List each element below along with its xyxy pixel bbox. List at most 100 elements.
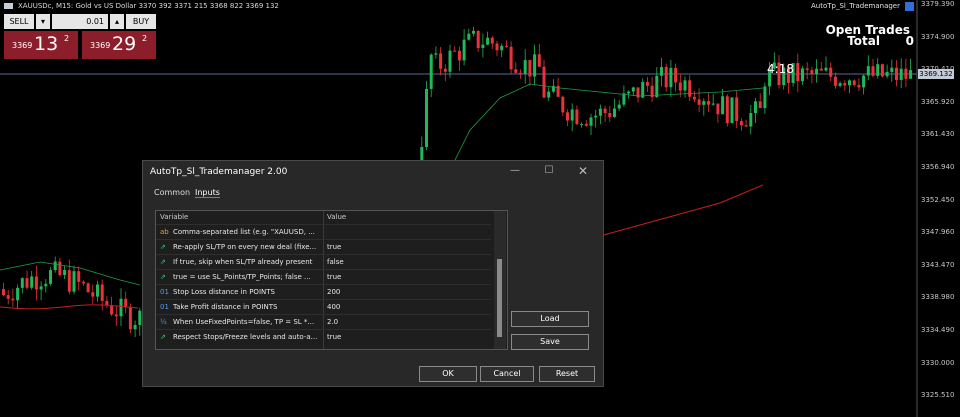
candle-body [495, 43, 499, 51]
candle-body [754, 101, 757, 113]
sell-button[interactable]: SELL [4, 14, 34, 29]
candle-body [801, 68, 804, 82]
candle-body [725, 96, 729, 124]
candle-body [739, 121, 743, 126]
candle-body [655, 75, 659, 98]
string-type-icon: ab [160, 228, 169, 236]
scrollbar-thumb[interactable] [497, 259, 502, 337]
variable-value[interactable]: 400 [327, 303, 340, 311]
bool-type-icon: ⇗ [160, 258, 166, 266]
candle-body [124, 298, 128, 308]
ok-button[interactable]: OK [419, 366, 477, 382]
candle-body [862, 75, 866, 88]
candle-body [890, 67, 894, 72]
table-row[interactable]: ab Comma-separated list (e.g. "XAUUSD, ..… [156, 224, 491, 240]
table-row[interactable]: 01 Take Profit distance in POINTS 400 [156, 299, 491, 315]
candle-body [91, 292, 95, 297]
candle-body [763, 86, 767, 109]
variable-name: Stop Loss distance in POINTS [173, 288, 275, 296]
candle-body [815, 68, 819, 75]
price-axis-label: 3352.450 [921, 195, 955, 204]
volume-up-button[interactable]: ▴ [110, 14, 124, 29]
buy-button[interactable]: BUY [126, 14, 156, 29]
price-axis-label: 3347.960 [921, 228, 955, 237]
minimize-icon[interactable]: — [505, 164, 525, 178]
candle-body [631, 87, 635, 92]
candle-body [608, 113, 612, 117]
candle-body [885, 71, 889, 77]
candle-body [566, 112, 569, 121]
candle-body [58, 261, 62, 276]
candle-body [100, 284, 104, 301]
candle-body [81, 281, 85, 284]
candle-body [876, 64, 880, 76]
ea-status-icon[interactable] [905, 2, 914, 11]
volume-dropdown[interactable]: ▾ [36, 14, 50, 29]
candle-body [758, 101, 762, 109]
variable-value[interactable]: 2.0 [327, 318, 338, 326]
candle-body [110, 305, 114, 315]
buy-price-button[interactable]: 3369 29 2 [82, 31, 156, 59]
column-variable: Variable [160, 213, 189, 221]
inputs-table: Variable Value ab Comma-separated list (e… [155, 210, 508, 350]
candle-body [598, 108, 602, 116]
variable-name: Respect Stops/Freeze levels and auto-a..… [173, 333, 318, 341]
chart-window-icon [4, 3, 13, 9]
price-axis-label: 3374.900 [921, 32, 955, 41]
candle-body [114, 314, 118, 317]
candle-body [472, 30, 475, 34]
integer-type-icon: 01 [160, 288, 169, 296]
save-button[interactable]: Save [511, 334, 589, 350]
candle-body [467, 33, 471, 40]
bool-type-icon: ⇗ [160, 333, 166, 341]
candle-body [871, 66, 875, 76]
candle-body [11, 298, 15, 301]
ea-properties-dialog: AutoTp_Sl_Trademanager 2.00 — ☐ ✕ Common… [142, 160, 604, 387]
tab-inputs[interactable]: Inputs [195, 188, 220, 198]
cancel-button[interactable]: Cancel [480, 366, 534, 382]
open-trades-overlay: Open Trades Total [826, 24, 910, 47]
candle-body [838, 83, 842, 86]
candle-body [899, 68, 903, 80]
reset-button[interactable]: Reset [539, 366, 595, 382]
current-price-label: 3369.132 [918, 69, 954, 79]
candle-body [819, 68, 823, 71]
candle-body [63, 270, 67, 276]
table-row[interactable]: ⇗ true = use SL_Points/TP_Points; false .… [156, 269, 491, 285]
chevron-up-icon: ▴ [114, 17, 119, 26]
variable-value[interactable]: true [327, 333, 341, 341]
variable-value[interactable]: false [327, 258, 344, 266]
candle-body [425, 88, 428, 147]
maximize-icon[interactable]: ☐ [539, 164, 559, 178]
price-axis-label: 3338.980 [921, 293, 955, 302]
volume-input[interactable]: 0.01 [52, 14, 108, 29]
bool-type-icon: ⇗ [160, 273, 166, 281]
candle-body [67, 270, 71, 292]
candle-body [880, 64, 884, 77]
candle-body [833, 76, 837, 86]
candle-body [429, 54, 433, 89]
variable-value[interactable]: true [327, 273, 341, 281]
table-row[interactable]: ⇗ Respect Stops/Freeze levels and auto-a.… [156, 329, 491, 345]
double-type-icon: ½ [160, 318, 167, 326]
candle-body [866, 66, 870, 76]
close-icon[interactable]: ✕ [573, 164, 593, 178]
variable-value[interactable]: 200 [327, 288, 340, 296]
sell-price-button[interactable]: 3369 13 2 [4, 31, 78, 59]
candle-body [824, 67, 828, 71]
candle-body [486, 37, 490, 45]
candle-body [707, 101, 710, 105]
table-row[interactable]: ½ When UseFixedPoints=false, TP = SL *...… [156, 314, 491, 330]
table-row[interactable]: ⇗ Re-apply SL/TP on every new deal (fixe.… [156, 239, 491, 255]
price-axis-label: 3330.000 [921, 358, 955, 367]
candle-body [613, 108, 616, 117]
table-row[interactable]: 01 Stop Loss distance in POINTS 200 [156, 284, 491, 300]
table-scrollbar[interactable] [494, 211, 506, 349]
candle-body [584, 123, 588, 126]
variable-value[interactable]: true [327, 243, 341, 251]
table-row[interactable]: ⇗ If true, skip when SL/TP already presen… [156, 254, 491, 270]
load-button[interactable]: Load [511, 311, 589, 327]
candle-body [481, 44, 485, 48]
candle-body [448, 50, 452, 72]
tab-common[interactable]: Common [154, 188, 190, 197]
